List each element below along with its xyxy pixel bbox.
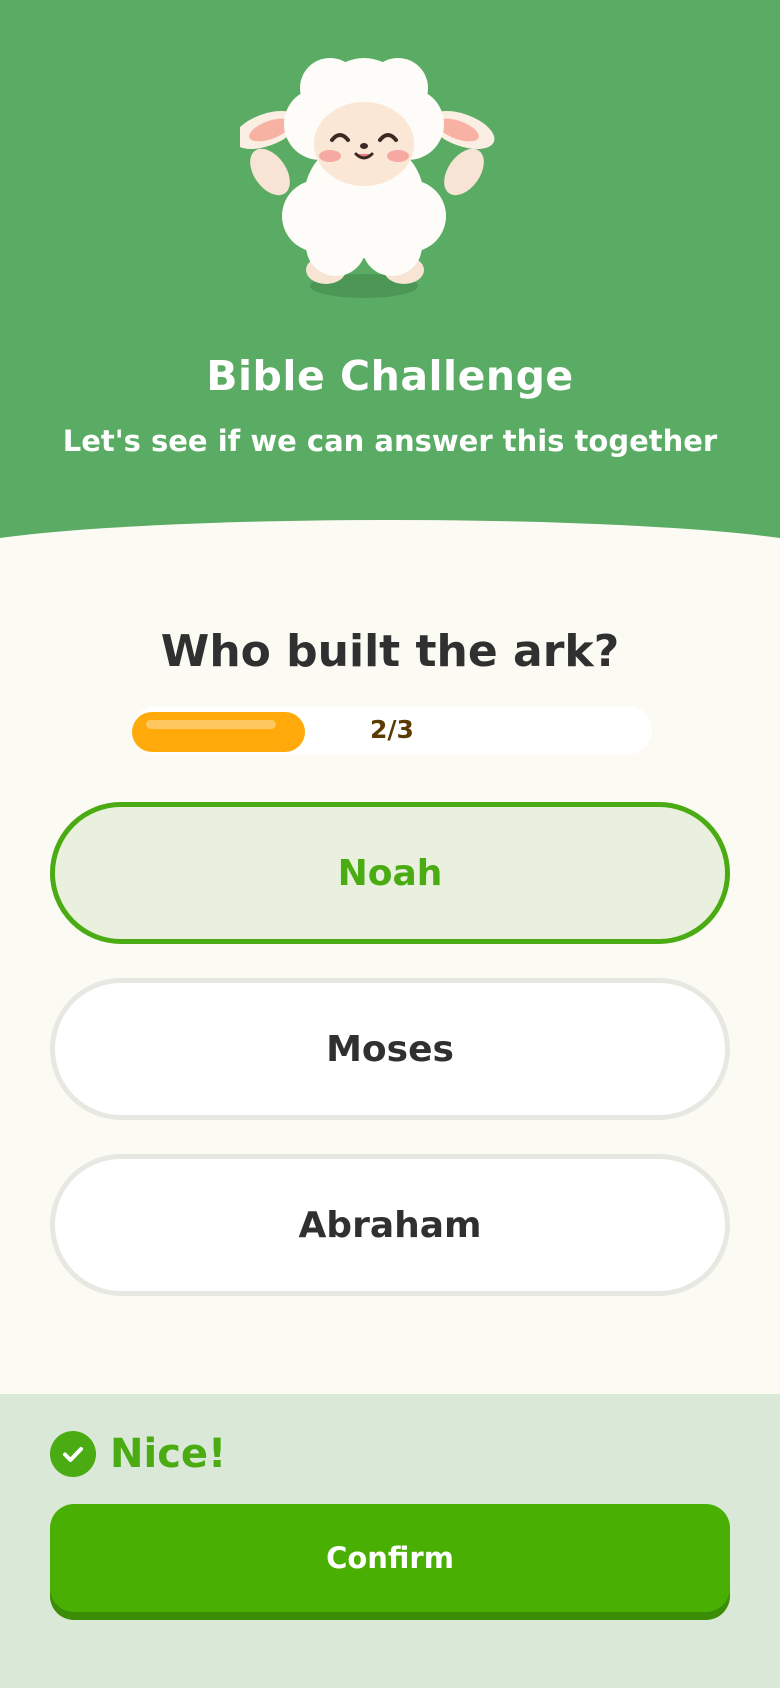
confirm-button[interactable]: Confirm — [50, 1504, 730, 1612]
header-banner: Bible Challenge Let's see if we can answ… — [0, 0, 780, 560]
answer-option-label: Noah — [337, 852, 443, 894]
answer-option-label: Abraham — [298, 1204, 482, 1246]
feedback-row: Nice! — [50, 1424, 226, 1484]
question-text: Who built the ark? — [160, 626, 620, 677]
answer-option-label: Moses — [326, 1028, 454, 1070]
check-circle-icon — [50, 1431, 96, 1477]
answer-option-moses[interactable]: Moses — [50, 978, 730, 1120]
feedback-panel: Nice! Confirm — [0, 1394, 780, 1688]
feedback-message: Nice! — [110, 1431, 227, 1477]
page-title: Bible Challenge — [206, 352, 574, 400]
answer-option-abraham[interactable]: Abraham — [50, 1154, 730, 1296]
progress-label: 2/3 — [370, 715, 414, 744]
answer-option-noah[interactable]: Noah — [50, 802, 730, 944]
lamb-mascot-icon — [240, 58, 495, 298]
quiz-screen: Bible Challenge Let's see if we can answ… — [0, 0, 780, 1688]
progress-bar: 2/3 — [132, 706, 652, 754]
confirm-button-label: Confirm — [326, 1541, 454, 1575]
page-subtitle: Let's see if we can answer this together — [62, 424, 718, 458]
